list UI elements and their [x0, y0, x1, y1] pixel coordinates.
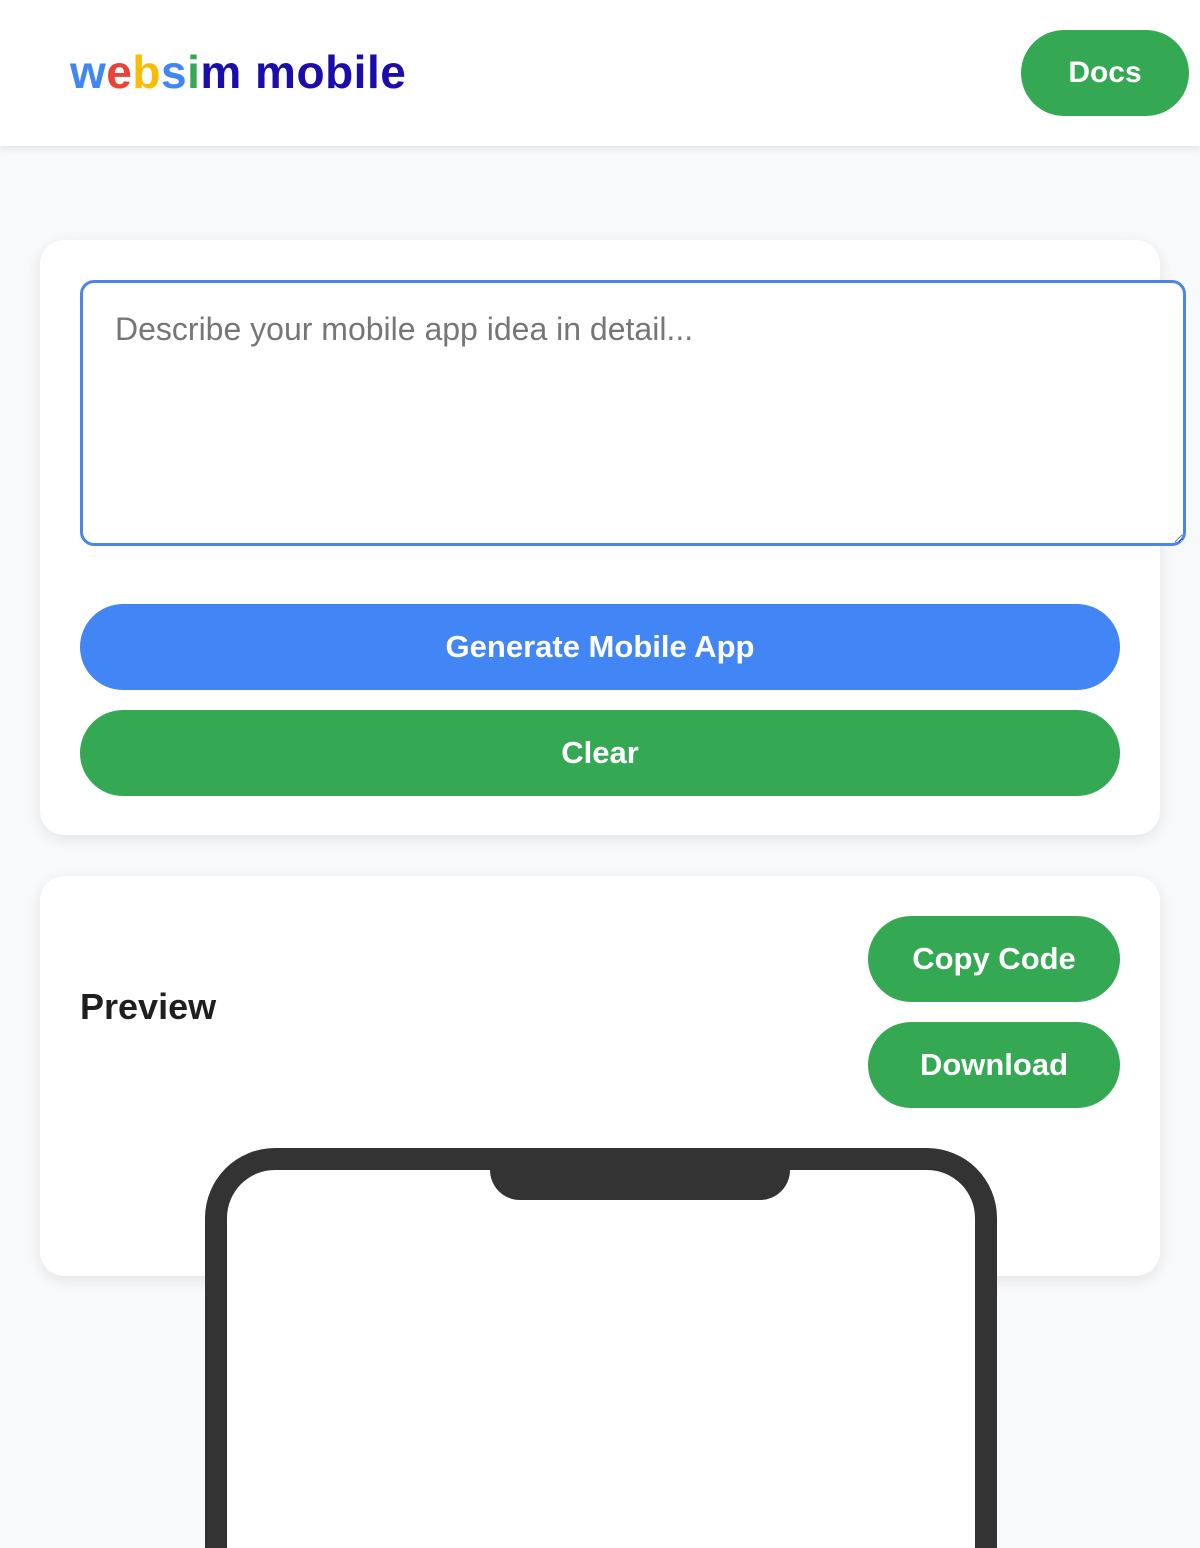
download-button[interactable]: Download [868, 1022, 1120, 1108]
app-header: websim mobile Docs [0, 0, 1200, 146]
logo-letter: w [70, 46, 107, 98]
prompt-card: Generate Mobile App Clear [40, 240, 1186, 835]
logo-letter [242, 44, 255, 100]
phone-frame [205, 1148, 997, 1548]
phone-notch [490, 1148, 790, 1200]
logo-letter: b [325, 46, 354, 98]
app-idea-input[interactable] [80, 280, 1186, 546]
docs-button[interactable]: Docs [1021, 30, 1189, 116]
copy-code-button[interactable]: Copy Code [868, 916, 1120, 1002]
logo-letter: b [132, 46, 161, 98]
logo-letter: o [296, 46, 326, 98]
logo-letter: m [255, 46, 297, 98]
logo-letter: i [353, 46, 367, 98]
logo-letter: l [366, 46, 381, 98]
logo-letter: e [106, 46, 133, 98]
preview-title: Preview [80, 986, 217, 1027]
preview-card: Preview Copy Code Download [40, 876, 1160, 1548]
app-logo[interactable]: websim mobile [70, 44, 406, 100]
clear-button[interactable]: Clear [80, 710, 1120, 796]
logo-letter: e [380, 46, 407, 98]
logo-letter: s [160, 46, 188, 98]
logo-letter: m [200, 46, 242, 98]
phone-screen [227, 1170, 975, 1548]
generate-app-button[interactable]: Generate Mobile App [80, 604, 1120, 690]
logo-letter: i [187, 46, 201, 98]
